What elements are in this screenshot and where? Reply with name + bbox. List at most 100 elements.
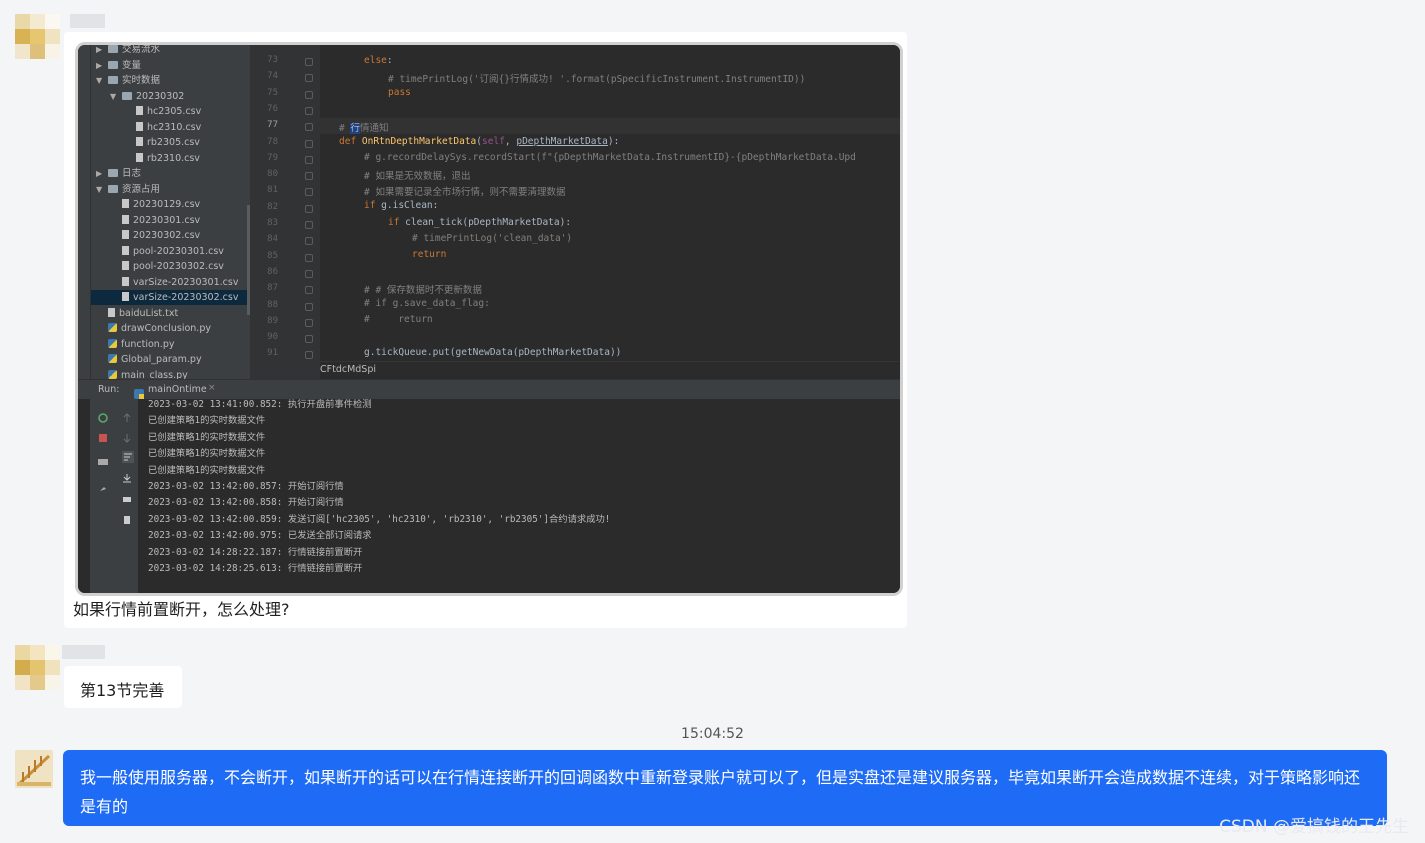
fold-marker-icon[interactable] (305, 58, 313, 66)
console-line: 2023-03-02 14:28:25.613: 行情链接前置断开 (148, 563, 363, 574)
fold-marker-icon[interactable] (305, 90, 313, 99)
python-file-icon (108, 354, 117, 363)
code-line: if g.isClean: (364, 200, 439, 211)
tree-item[interactable]: rb2305.csv (78, 135, 250, 150)
tree-item-label: 资源占用 (122, 183, 161, 195)
up-arrow-icon[interactable] (122, 408, 132, 422)
tree-item-label: varSize-20230301.csv (133, 276, 239, 288)
tree-item[interactable]: ▶ 交易流水 (78, 45, 250, 57)
tree-item-label: 20230129.csv (133, 199, 201, 210)
tree-item[interactable]: rb2310.csv (78, 151, 250, 166)
chevron-down-icon[interactable]: ▼ (110, 89, 122, 104)
line-number: 81 (267, 185, 278, 196)
fold-marker-icon[interactable] (305, 351, 313, 360)
fold-marker-icon[interactable] (305, 253, 313, 262)
trash-icon[interactable] (122, 509, 132, 524)
tree-item[interactable]: 20230301.csv (78, 213, 250, 228)
chevron-right-icon[interactable]: ▶ (96, 45, 108, 57)
sender-avatar-1[interactable] (15, 14, 60, 59)
pin-icon[interactable] (98, 478, 108, 491)
tree-item-label: main_class.py (121, 369, 188, 380)
fold-marker-icon[interactable] (305, 123, 313, 132)
sender-name-redacted (62, 645, 105, 659)
tree-item[interactable]: ▼ 20230302 (78, 89, 250, 104)
chevron-down-icon[interactable]: ▼ (96, 73, 108, 88)
python-file-icon (108, 323, 117, 332)
console-line: 2023-03-02 13:42:00.858: 开始订阅行情 (148, 497, 344, 509)
tree-item[interactable]: 20230302.csv (78, 228, 250, 243)
tree-item-label: 交易流水 (122, 45, 161, 55)
tree-item-label: rb2310.csv (147, 152, 200, 164)
fold-marker-icon[interactable] (305, 286, 313, 295)
tree-item-label: 变量 (122, 59, 142, 71)
file-icon (136, 152, 143, 162)
chevron-right-icon[interactable]: ▶ (96, 166, 108, 181)
line-number: 79 (267, 152, 278, 163)
fold-marker-icon[interactable] (305, 188, 313, 197)
sender-avatar-2[interactable] (15, 645, 60, 690)
tree-item[interactable]: pool-20230302.csv (78, 259, 250, 274)
fold-marker-icon[interactable] (305, 269, 313, 278)
breadcrumb[interactable]: CFtdcMdSpi (320, 361, 900, 380)
close-icon[interactable]: × (208, 383, 216, 393)
tree-item[interactable]: function.py (78, 337, 250, 352)
down-arrow-icon[interactable] (122, 428, 132, 443)
tree-item[interactable]: varSize-20230302.csv (78, 290, 250, 305)
tree-item-label: function.py (121, 338, 175, 350)
file-icon (122, 199, 129, 208)
fold-marker-icon[interactable] (305, 237, 313, 246)
code-line: # 行情通知 (339, 123, 389, 134)
tree-item[interactable]: ▼ 实时数据 (78, 73, 250, 88)
code-line: # if g.save_data_flag: (364, 298, 490, 309)
tree-item[interactable]: Global_param.py (78, 352, 250, 367)
layout-icon[interactable] (98, 452, 108, 465)
stop-icon[interactable] (98, 428, 108, 442)
ide-screenshot-image[interactable]: ▶ 交易流水 ▶ 变量 ▼ 实时数据 ▼ 20230302 hc2305.csv hc2310.c… (75, 42, 903, 596)
self-message-bubble[interactable]: 我一般使用服务器，不会断开，如果断开的话可以在行情连接断开的回调函数中重新登录账… (63, 750, 1387, 826)
tree-item-label: 20230301.csv (133, 214, 201, 226)
fold-marker-icon[interactable] (305, 74, 313, 83)
tree-item[interactable]: varSize-20230301.csv (78, 275, 250, 290)
chevron-right-icon[interactable]: ▶ (96, 58, 108, 73)
self-avatar[interactable] (15, 750, 53, 788)
fold-marker-icon[interactable] (305, 204, 313, 213)
fold-marker-icon[interactable] (305, 106, 313, 115)
console-line: 已创建策略1的实时数据文件 (148, 464, 266, 476)
tree-item[interactable]: baiduList.txt (78, 306, 250, 321)
tree-item[interactable]: ▼ 资源占用 (78, 182, 250, 197)
soft-wrap-icon[interactable] (122, 448, 134, 463)
line-number: 85 (267, 250, 278, 261)
code-line: def OnRtnDepthMarketData(self, pDepthMar… (339, 136, 620, 147)
fold-marker-icon[interactable] (305, 318, 313, 327)
code-line: return (412, 249, 447, 260)
fold-marker-icon[interactable] (305, 302, 313, 311)
folder-icon (108, 60, 118, 69)
tree-item[interactable]: 20230129.csv (78, 197, 250, 212)
file-icon (122, 230, 129, 239)
tree-item[interactable]: pool-20230301.csv (78, 244, 250, 259)
line-number: 77 (267, 120, 278, 131)
console-line: 2023-03-02 14:28:22.187: 行情链接前置断开 (148, 546, 363, 558)
fold-marker-icon[interactable] (305, 139, 313, 148)
scroll-to-end-icon[interactable] (122, 468, 132, 483)
print-icon[interactable] (122, 489, 132, 502)
tree-item[interactable]: hc2310.csv (78, 120, 250, 135)
tree-item-label: drawConclusion.py (121, 323, 211, 334)
message-bubble-text[interactable]: 第13节完善 (64, 666, 182, 708)
chevron-down-icon[interactable]: ▼ (96, 182, 108, 197)
message-timestamp: 15:04:52 (681, 726, 744, 742)
fold-marker-icon[interactable] (305, 172, 313, 181)
tree-item[interactable]: hc2305.csv (78, 104, 250, 119)
tree-item-label: baiduList.txt (119, 307, 179, 319)
code-line: # timePrintLog('clean_data') (412, 233, 573, 244)
file-icon (122, 276, 129, 286)
fold-marker-icon[interactable] (305, 155, 313, 164)
tree-item[interactable]: ▶ 变量 (78, 58, 250, 73)
tree-item[interactable]: main_class.py (78, 368, 250, 380)
fold-marker-icon[interactable] (305, 221, 313, 229)
tree-item[interactable]: ▶ 日志 (78, 166, 250, 181)
run-tab-label[interactable]: mainOntime (148, 384, 207, 395)
rerun-icon[interactable] (98, 408, 108, 423)
tree-item[interactable]: drawConclusion.py (78, 321, 250, 336)
fold-marker-icon[interactable] (305, 335, 313, 344)
